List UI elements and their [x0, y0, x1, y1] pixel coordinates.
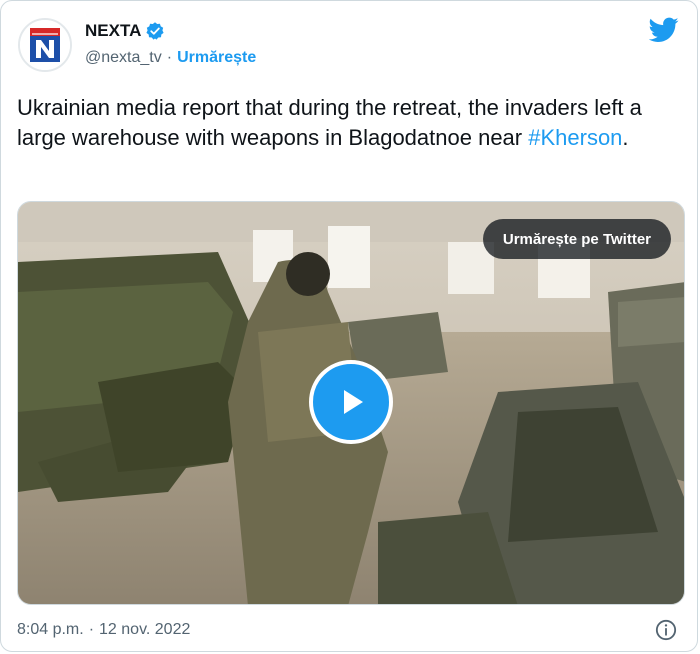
author-name[interactable]: NEXTA — [85, 21, 141, 41]
author-name-row: NEXTA — [85, 19, 165, 43]
info-icon[interactable] — [655, 619, 677, 641]
author-handle[interactable]: @nexta_tv — [85, 49, 162, 67]
timestamp-separator: · — [88, 621, 95, 638]
tweet-card[interactable]: NEXTA @nexta_tv · Urmărește Ukrainian me… — [0, 0, 698, 652]
verified-badge-icon — [146, 22, 164, 40]
tweet-text: Ukrainian media report that during the r… — [17, 93, 677, 153]
video-player[interactable]: Urmărește pe Twitter — [17, 201, 685, 605]
play-icon — [344, 390, 363, 414]
watch-on-twitter-button[interactable]: Urmărește pe Twitter — [482, 219, 671, 259]
avatar[interactable] — [18, 18, 72, 72]
handle-separator: · — [166, 49, 173, 66]
play-button[interactable] — [309, 360, 393, 444]
nexta-logo-icon — [20, 20, 70, 70]
handle-row: @nexta_tv · Urmărește — [85, 49, 256, 67]
twitter-bird-icon[interactable] — [649, 17, 679, 43]
tweet-timestamp[interactable]: 8:04 p.m. · 12 nov. 2022 — [17, 621, 190, 639]
tweet-time: 8:04 p.m. — [17, 621, 84, 638]
follow-button[interactable]: Urmărește — [177, 49, 256, 67]
tweet-date: 12 nov. 2022 — [99, 621, 191, 638]
hashtag-link[interactable]: #Kherson — [528, 125, 622, 150]
tweet-body-end: . — [622, 125, 629, 150]
